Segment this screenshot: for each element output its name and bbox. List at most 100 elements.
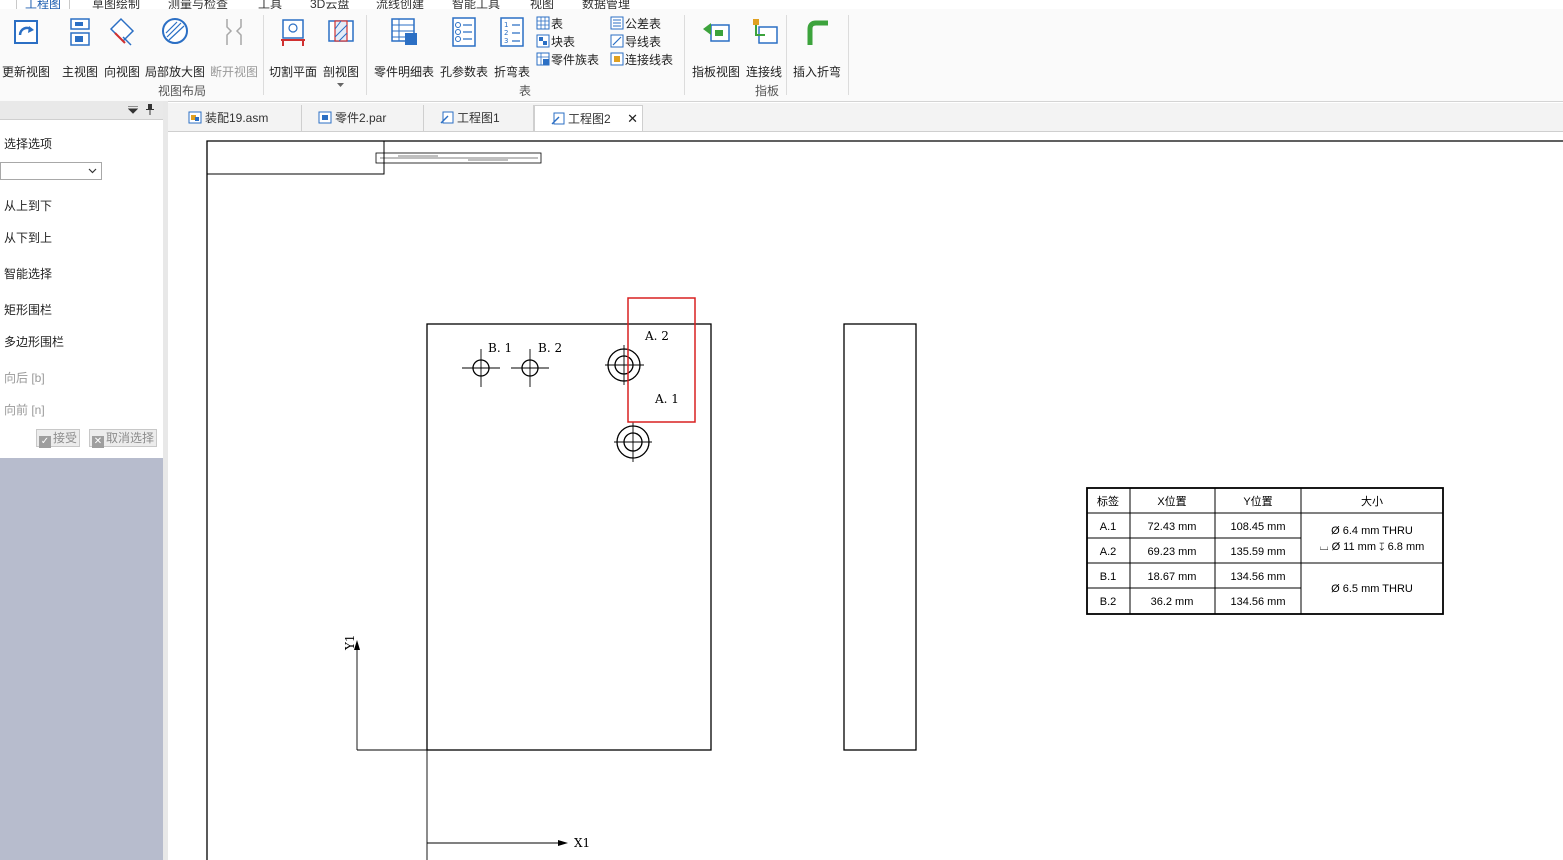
table-cell: 72.43 mm [1148,521,1197,533]
table-button[interactable]: 表 [536,15,563,32]
connector-table-button[interactable]: 连接线表 [610,51,673,68]
direction-view-label: 向视图 [103,65,140,79]
table-cell-size-a: ⌴ Ø 11 mm ↧ 6.8 mm [1320,541,1425,553]
direction-view-button[interactable]: 向视图 [102,15,142,79]
detail-view-button[interactable]: 局部放大图 [144,15,206,79]
select-option-dropdown[interactable] [0,162,102,180]
pin-icon[interactable] [146,104,154,115]
table-header-x: X位置 [1157,494,1186,508]
main-view-icon [70,18,90,46]
break-view-label: 断开视图 [209,65,258,79]
wire-table-icon [610,34,624,48]
hole-label-b2[interactable]: B. 2 [538,341,562,355]
table-cell: 135.59 mm [1230,546,1285,558]
svg-text:3: 3 [504,37,508,45]
drawing-file-icon [551,112,565,125]
accept-button[interactable]: ✓ 接受 [36,429,81,448]
tolerance-table-button[interactable]: 公差表 [610,15,661,32]
plate-side-view[interactable] [843,323,917,751]
table-cell: 36.2 mm [1151,596,1194,608]
plate-front-view[interactable] [426,323,712,751]
section-view-button[interactable]: 剖视图 [320,15,362,87]
group-label-view-layout: 视图布局 [157,84,206,98]
hole-a2[interactable] [605,345,644,385]
plate-view-button[interactable]: 指板视图 [690,15,742,79]
cutting-plane-icon [281,19,305,46]
table-cell: B.2 [1100,596,1117,608]
section-view-icon [328,20,354,42]
drawing-sheet[interactable]: B. 1 B. 2 A. 2 A. 1 X1 Y1 标签 X位置 Y位置 大小 … [168,132,1563,860]
hole-label-b1[interactable]: B. 1 [488,341,512,355]
ribbon-separator [786,15,787,95]
block-table-label: 块表 [551,35,576,49]
table-cell: A.1 [1100,521,1117,533]
connection-line-label: 连接线 [745,65,782,79]
tolerance-table-label: 公差表 [625,17,662,31]
connection-line-icon [753,19,778,44]
drawing-file-icon [440,111,454,124]
break-view-button[interactable]: 断开视图 [208,15,260,79]
select-options-panel: 选择选项 从上到下 从下到上 智能选择 矩形围栏 多边形围栏 向后 [b] 向前… [0,101,163,860]
table-cell: A.2 [1100,546,1117,558]
tolerance-table-icon [610,16,624,30]
parts-list-button[interactable]: 零件明细表 [372,15,436,79]
update-view-label: 更新视图 [2,65,51,79]
close-icon: ✕ [92,436,104,448]
panel-header [0,101,163,120]
option-smart-select[interactable]: 智能选择 [4,265,52,282]
doc-tab-part[interactable]: 零件2.par [302,105,424,131]
hole-table[interactable]: 标签 X位置 Y位置 大小 A.1 72.43 mm 108.45 mm A.2… [1086,487,1444,615]
drawing-canvas[interactable]: B. 1 B. 2 A. 2 A. 1 X1 Y1 标签 X位置 Y位置 大小 … [168,132,1563,860]
table-cell-size-a: Ø 6.4 mm THRU [1331,525,1413,537]
option-polygon-fence[interactable]: 多边形围栏 [4,333,64,350]
axis-label-y: Y1 [343,634,357,651]
doc-tab-drawing1[interactable]: 工程图1 [424,105,534,131]
section-view-label: 剖视图 [322,65,359,79]
ribbon: 更新视图 主视图 向视图 局部放大图 断开视图 切割平面 剖视图 视图布局 零件… [0,9,1563,102]
hole-label-a1[interactable]: A. 1 [654,392,679,406]
break-view-icon [226,19,242,45]
hole-a1[interactable] [614,422,652,462]
panel-menu-icon[interactable] [128,106,138,114]
table-header-label: 标签 [1097,494,1119,508]
doc-tab-label: 装配19.asm [205,111,269,125]
bend-table-button[interactable]: 1 2 3 折弯表 [492,15,532,79]
insert-bend-button[interactable]: 插入折弯 [790,15,844,79]
assembly-file-icon [188,111,202,124]
update-view-button[interactable]: 更新视图 [2,15,50,79]
hole-table-button[interactable]: 孔参数表 [438,15,490,79]
option-back[interactable]: 向后 [b] [4,369,45,386]
table-cell: 134.56 mm [1230,596,1285,608]
option-rect-fence[interactable]: 矩形围栏 [4,301,52,318]
option-bottom-to-top[interactable]: 从下到上 [4,229,52,246]
doc-tab-assembly[interactable]: 装配19.asm [182,105,302,131]
title-block-strip-lines [380,155,538,161]
table-cell: 134.56 mm [1230,571,1285,583]
family-table-button[interactable]: 零件族表 [536,51,599,68]
hole-label-a2[interactable]: A. 2 [644,329,669,343]
option-forward[interactable]: 向前 [n] [4,401,45,418]
cancel-selection-button[interactable]: ✕ 取消选择 [89,429,158,448]
hole-table-icon [452,17,476,47]
family-table-icon [536,52,550,66]
main-view-label: 主视图 [61,65,98,79]
cutting-plane-button[interactable]: 切割平面 [268,15,318,79]
detail-view-icon [162,18,188,44]
connection-line-button[interactable]: 连接线 [744,15,784,79]
svg-text:2: 2 [504,29,508,37]
close-tab-icon[interactable]: ✕ [627,106,638,132]
refresh-view-icon [14,20,38,44]
wire-table-button[interactable]: 导线表 [610,33,661,50]
parts-list-label: 零件明细表 [373,65,434,79]
ribbon-separator [848,15,849,95]
table-cell-size-b: Ø 6.5 mm THRU [1331,583,1413,595]
table-header-y: Y位置 [1243,494,1272,508]
block-table-button[interactable]: 块表 [536,33,575,50]
doc-tab-drawing2[interactable]: 工程图2 ✕ [534,105,643,131]
check-icon: ✓ [39,436,51,448]
panel-title: 选择选项 [4,137,53,151]
connector-table-label: 连接线表 [625,53,674,67]
main-view-button[interactable]: 主视图 [60,15,100,79]
chevron-down-icon [88,168,97,174]
option-top-to-bottom[interactable]: 从上到下 [4,197,52,214]
